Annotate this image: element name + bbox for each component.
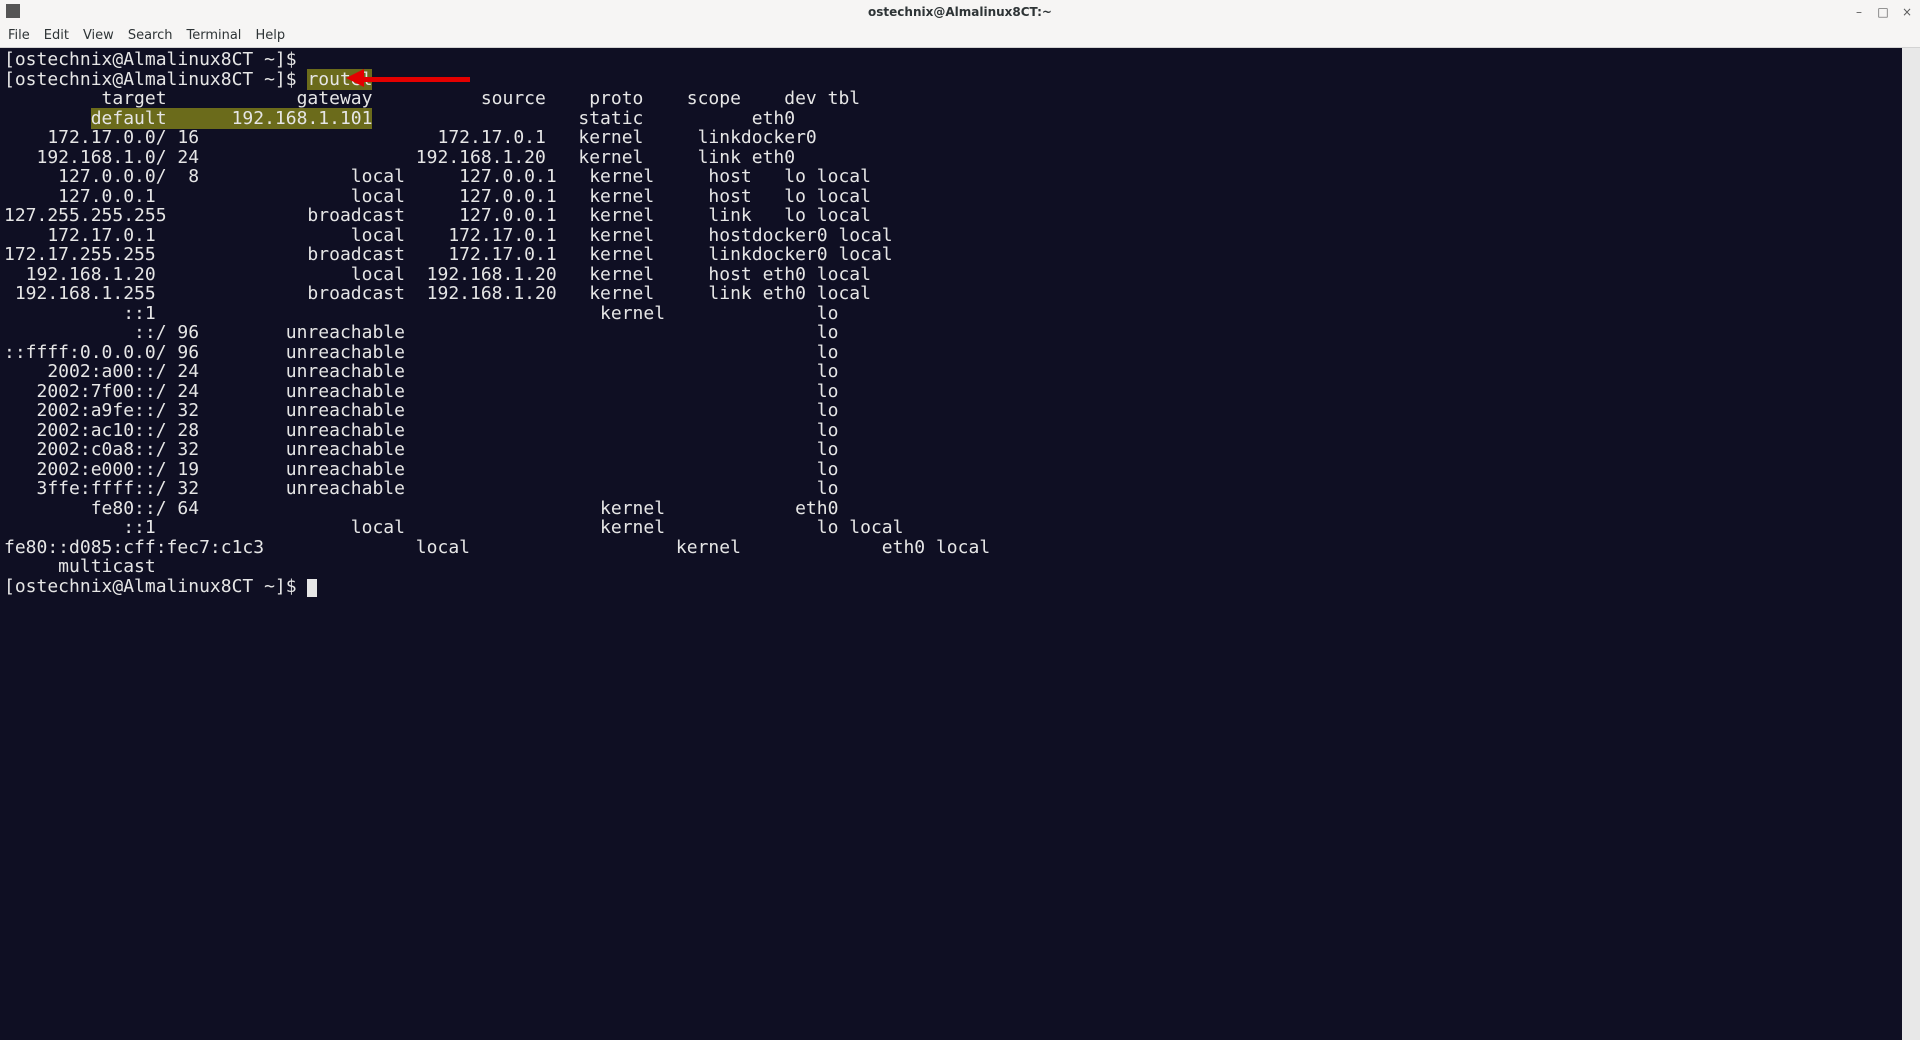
output-row: 192.168.1.255 broadcast 192.168.1.20 ker… (4, 283, 871, 304)
output-row: 2002:e000::/ 19 unreachable lo (4, 459, 849, 480)
output-row: 127.0.0.0/ 8 local 127.0.0.1 kernel host… (4, 166, 871, 187)
output-row: 127.255.255.255 broadcast 127.0.0.1 kern… (4, 205, 871, 226)
output-row: 192.168.1.0/ 24 192.168.1.20 kernel link… (4, 147, 806, 168)
output-row: 192.168.1.20 local 192.168.1.20 kernel h… (4, 264, 871, 285)
output-row: 3ffe:ffff::/ 32 unreachable lo (4, 478, 849, 499)
menu-edit[interactable]: Edit (44, 28, 69, 43)
output-row: 2002:c0a8::/ 32 unreachable lo (4, 439, 849, 460)
output-row: ::1 local kernel lo local (4, 517, 903, 538)
prompt-line: [ostechnix@Almalinux8CT ~]$ (4, 576, 307, 597)
maximize-button[interactable]: □ (1876, 5, 1890, 19)
close-button[interactable]: × (1900, 5, 1914, 19)
menu-file[interactable]: File (8, 28, 30, 43)
app-icon (6, 4, 20, 18)
menu-help[interactable]: Help (255, 28, 285, 43)
minimize-button[interactable]: – (1852, 5, 1866, 19)
command-highlight: routel (307, 69, 372, 90)
menu-terminal[interactable]: Terminal (186, 28, 241, 43)
window-title: ostechnix@Almalinux8CT:~ (868, 5, 1052, 19)
output-row: 2002:a00::/ 24 unreachable lo (4, 361, 849, 382)
output-row: static eth0 (372, 108, 805, 129)
menu-search[interactable]: Search (128, 28, 173, 43)
output-row: 2002:ac10::/ 28 unreachable lo (4, 420, 849, 441)
menubar: File Edit View Search Terminal Help (0, 24, 1920, 48)
output-row: 127.0.0.1 local 127.0.0.1 kernel host lo… (4, 186, 871, 207)
output-row: multicast (4, 556, 156, 577)
prompt-line: [ostechnix@Almalinux8CT ~]$ (4, 69, 307, 90)
output-row: 172.17.0.0/ 16 172.17.0.1 kernel linkdoc… (4, 127, 828, 148)
output-row (4, 108, 91, 129)
output-row: 172.17.0.1 local 172.17.0.1 kernel hostd… (4, 225, 893, 246)
window-controls: – □ × (1852, 0, 1914, 24)
output-header: target gateway source proto scope dev tb… (4, 88, 860, 109)
output-row: fe80::/ 64 kernel eth0 (4, 498, 849, 519)
terminal-viewport[interactable]: [ostechnix@Almalinux8CT ~]$ [ostechnix@A… (0, 48, 1920, 1040)
menu-view[interactable]: View (83, 28, 114, 43)
output-row: ::/ 96 unreachable lo (4, 322, 849, 343)
cursor (307, 579, 317, 597)
output-row: 172.17.255.255 broadcast 172.17.0.1 kern… (4, 244, 893, 265)
default-route-highlight: default 192.168.1.101 (91, 108, 373, 129)
window-titlebar: ostechnix@Almalinux8CT:~ – □ × (0, 0, 1920, 24)
output-row: fe80::d085:cff:fec7:c1c3 local kernel et… (4, 537, 990, 558)
output-row: 2002:7f00::/ 24 unreachable lo (4, 381, 849, 402)
output-row: 2002:a9fe::/ 32 unreachable lo (4, 400, 849, 421)
output-row: ::1 kernel lo (4, 303, 849, 324)
output-row: ::ffff:0.0.0.0/ 96 unreachable lo (4, 342, 849, 363)
prompt-line: [ostechnix@Almalinux8CT ~]$ (4, 49, 307, 70)
